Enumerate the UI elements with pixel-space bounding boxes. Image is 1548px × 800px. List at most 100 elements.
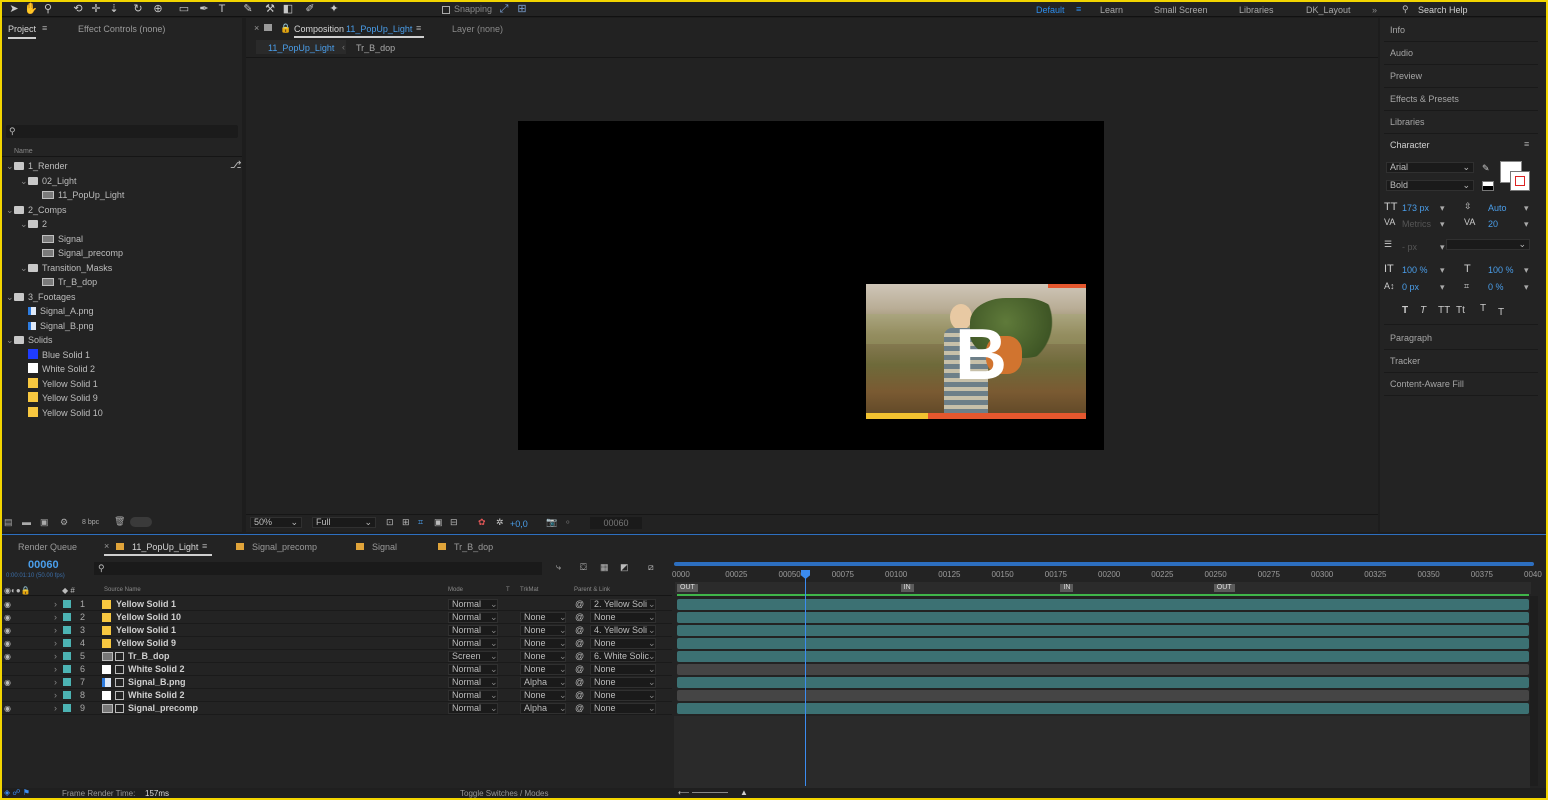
workspace-learn[interactable]: Learn <box>1100 5 1123 15</box>
font-family-dropdown[interactable]: Arial ⌄ <box>1386 162 1474 173</box>
workspace-menu-icon[interactable]: ≡ <box>1076 4 1081 14</box>
project-menu-icon[interactable]: ≡ <box>42 23 47 33</box>
color-channel-icon[interactable]: ✿ <box>478 517 486 528</box>
snapshot-camera-icon[interactable]: 📷 <box>546 517 557 528</box>
pickwhip-icon[interactable]: @ <box>575 598 584 611</box>
chevron-right-icon[interactable]: › <box>54 650 57 663</box>
parent-dropdown[interactable]: None <box>590 638 656 649</box>
toggle-switches-button[interactable]: Toggle Switches / Modes <box>460 789 549 798</box>
zoom-tool-icon[interactable]: ⚲ <box>42 3 54 15</box>
layer-name[interactable]: Yellow Solid 1 <box>116 624 176 637</box>
panel-tracker[interactable]: Tracker <box>1384 351 1538 373</box>
label-color-swatch[interactable] <box>63 678 71 686</box>
tab-composition-name[interactable]: 11_PopUp_Light <box>346 24 412 34</box>
parent-dropdown[interactable]: None <box>590 677 656 688</box>
pen-tool-icon[interactable]: ✒ <box>198 3 210 15</box>
panel-preview[interactable]: Preview <box>1384 66 1538 88</box>
parent-dropdown[interactable]: None <box>590 690 656 701</box>
workspace-overflow-icon[interactable]: » <box>1372 5 1377 15</box>
project-item[interactable]: ⌄ Transition_Masks <box>6 261 230 275</box>
kerning-value[interactable]: Metrics <box>1402 219 1431 229</box>
faux-bold-button[interactable]: T <box>1402 305 1408 316</box>
new-folder-icon[interactable]: ▬ <box>22 517 31 527</box>
close-tab-icon[interactable]: × <box>104 541 109 551</box>
panel-effects-presets[interactable]: Effects & Presets <box>1384 89 1538 111</box>
leading-value[interactable]: Auto <box>1488 203 1507 213</box>
project-item[interactable]: ⌄ 3_Footages <box>6 290 230 304</box>
layer-name[interactable]: Yellow Solid 1 <box>116 598 176 611</box>
tab-signal[interactable]: Signal <box>372 542 397 552</box>
comp-menu-icon[interactable]: ≡ <box>416 23 421 33</box>
zoom-in-icon[interactable]: ▲ <box>740 788 748 797</box>
project-item[interactable]: Yellow Solid 1 <box>6 377 230 391</box>
chevron-down-icon[interactable]: ⌄ <box>6 159 14 173</box>
timeline-layer-row[interactable]: ◉ › 4 Yellow Solid 9 Normal ⌄ None ⌄ @ None ⌄ <box>2 637 672 650</box>
layer-name[interactable]: Yellow Solid 9 <box>116 637 176 650</box>
project-item[interactable]: Signal_A.png <box>6 304 230 318</box>
subscript-button[interactable]: T <box>1498 307 1504 318</box>
chevron-right-icon[interactable]: › <box>54 637 57 650</box>
interpret-footage-icon[interactable]: ▤ <box>4 517 13 528</box>
brush-tool-icon[interactable]: ✎ <box>242 3 254 15</box>
new-comp-icon[interactable]: ▣ <box>40 517 49 528</box>
parent-dropdown[interactable]: 2. Yellow Soli <box>590 599 656 610</box>
lock-icon[interactable]: 🔒 <box>280 23 291 34</box>
frame-blending-icon[interactable]: ◩ <box>620 562 629 573</box>
pickwhip-icon[interactable]: @ <box>575 611 584 624</box>
chevron-down-icon[interactable]: ⌄ <box>20 174 28 188</box>
label-color-swatch[interactable] <box>63 600 71 608</box>
transparency-grid-icon[interactable]: ⊞ <box>402 517 410 528</box>
visibility-eye-icon[interactable]: ◉ <box>4 702 11 715</box>
pickwhip-icon[interactable]: @ <box>575 676 584 689</box>
project-item[interactable]: ⌄ 2_Comps <box>6 203 230 217</box>
chevron-down-icon[interactable]: ▾ <box>1440 242 1445 253</box>
breadcrumb-item-1[interactable]: 11_PopUp_Light <box>268 43 334 53</box>
fast-previews-icon[interactable]: ⊡ <box>386 517 394 528</box>
chevron-down-icon[interactable]: ▾ <box>1524 282 1529 293</box>
parent-dropdown[interactable]: None <box>590 703 656 714</box>
comp-marker[interactable]: IN <box>900 584 914 592</box>
timeline-menu-icon[interactable]: ≡ <box>202 541 207 551</box>
layer-name[interactable]: Signal_B.png <box>128 676 186 689</box>
search-help-input[interactable]: Search Help <box>1418 5 1468 15</box>
baseline-shift-value[interactable]: 0 px <box>1402 282 1419 292</box>
hand-tool-icon[interactable]: ✋ <box>24 3 38 15</box>
project-search-input[interactable]: ⚲ <box>6 125 238 138</box>
comp-viewer-canvas[interactable]: B <box>518 121 1104 450</box>
clone-stamp-tool-icon[interactable]: ⚒ <box>264 3 276 15</box>
chevron-down-icon[interactable]: ⌄ <box>6 203 14 217</box>
region-of-interest-icon[interactable]: ▣ <box>434 517 443 528</box>
type-tool-icon[interactable]: T <box>216 3 228 15</box>
visibility-eye-icon[interactable]: ◉ <box>4 611 11 624</box>
show-snapshot-icon[interactable]: ⚬ <box>564 517 572 528</box>
graph-editor-icon[interactable]: ⧄ <box>648 562 654 573</box>
timeline-layer-row[interactable]: ◉ › 5 Tr_B_dop Screen ⌄ None ⌄ @6. White Solic ⌄ <box>2 650 672 663</box>
visibility-eye-icon[interactable]: ◉ <box>4 598 11 611</box>
parent-dropdown[interactable]: 6. White Solic <box>590 651 656 662</box>
timeline-search-input[interactable]: ⚲ <box>94 562 542 575</box>
label-color-swatch[interactable] <box>63 691 71 699</box>
puppet-tool-icon[interactable]: ✦ <box>328 3 340 15</box>
parent-dropdown[interactable]: None <box>590 612 656 623</box>
project-item[interactable]: Blue Solid 1 <box>6 348 230 362</box>
pickwhip-icon[interactable]: @ <box>575 624 584 637</box>
chevron-down-icon[interactable]: ▾ <box>1440 219 1445 230</box>
comp-flowchart-icon[interactable]: ⤷ <box>556 562 561 573</box>
stroke-style-dropdown[interactable]: ⌄ <box>1446 239 1530 250</box>
layer-name[interactable]: Yellow Solid 10 <box>116 611 181 624</box>
timeline-layer-row[interactable]: ◉ › 9 Signal_precomp Normal ⌄ Alpha ⌄ @ None ⌄ <box>2 702 672 715</box>
visibility-eye-icon[interactable]: ◉ <box>4 637 11 650</box>
shy-layers-icon[interactable]: ▦ <box>600 562 609 573</box>
chevron-down-icon[interactable]: ▾ <box>1440 282 1445 293</box>
mask-visibility-icon[interactable]: ⌗ <box>418 517 423 528</box>
resolution-dropdown[interactable]: Full ⌄ <box>312 517 376 528</box>
chevron-down-icon[interactable]: ▾ <box>1524 203 1529 214</box>
visibility-eye-icon[interactable]: ◉ <box>4 676 11 689</box>
font-style-dropdown[interactable]: Bold ⌄ <box>1386 180 1474 191</box>
flowchart-icon[interactable]: ⎇ <box>230 160 242 171</box>
chevron-right-icon[interactable]: › <box>54 702 57 715</box>
orbit-tool-icon[interactable]: ⟲ <box>72 3 84 15</box>
selection-tool-icon[interactable]: ➤ <box>8 3 20 15</box>
chevron-right-icon[interactable]: › <box>54 624 57 637</box>
pickwhip-icon[interactable]: @ <box>575 663 584 676</box>
